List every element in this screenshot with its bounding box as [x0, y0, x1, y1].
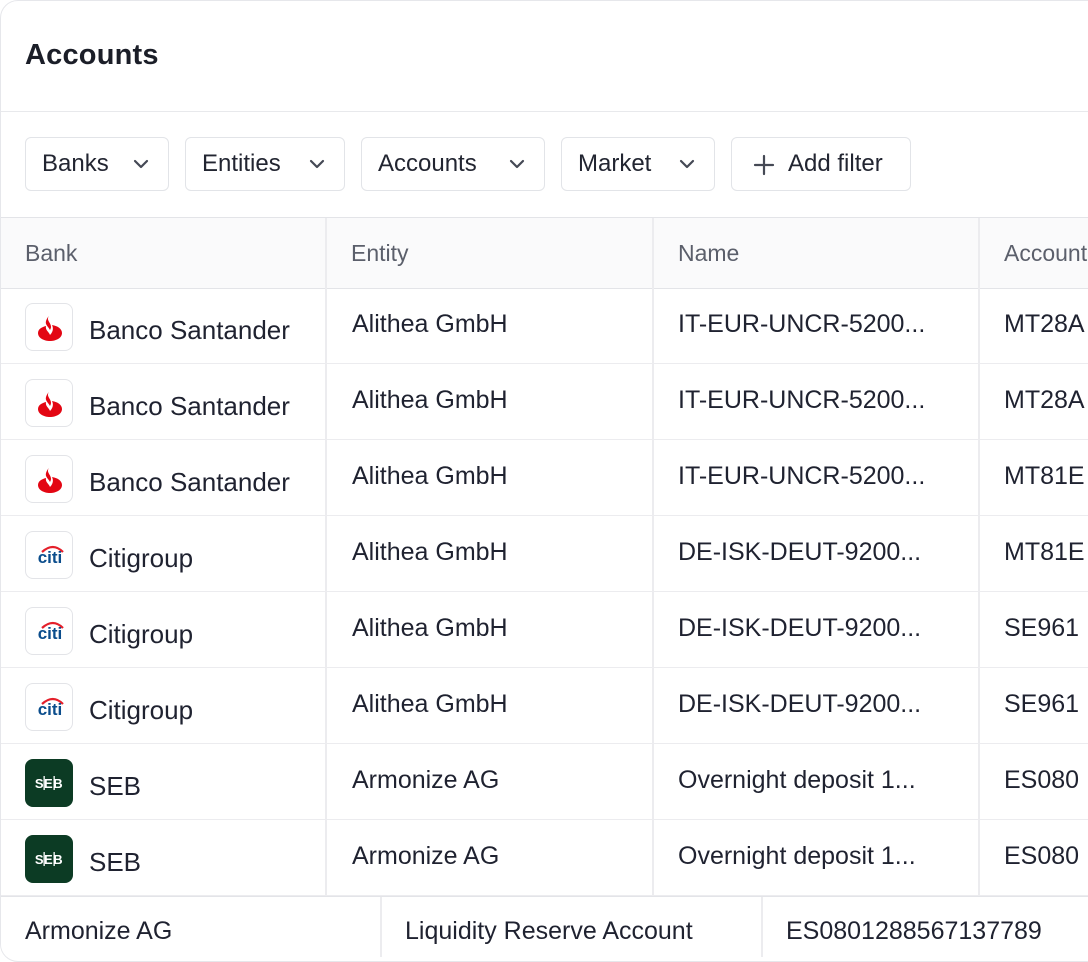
header-divider — [1, 111, 1088, 112]
citi-logo-icon: citi — [25, 607, 73, 655]
table-row[interactable]: SEB SEB Armonize AG Overnight deposit 1... E… — [1, 820, 1088, 896]
santander-logo-icon — [25, 379, 73, 427]
bank-cell: Banco Santander — [89, 467, 290, 497]
name-cell: IT-EUR-UNCR-5200... — [678, 462, 926, 490]
citi-logo-icon: citi — [25, 683, 73, 731]
svg-text:citi: citi — [38, 624, 63, 643]
bank-cell: SEB — [89, 771, 142, 801]
bank-cell: SEB — [89, 847, 142, 877]
entity-cell: Alithea GmbH — [352, 310, 508, 338]
entities-filter-button[interactable]: Entities — [185, 137, 345, 191]
chevron-down-icon — [509, 159, 525, 169]
seb-logo-icon: SEB — [25, 759, 73, 807]
svg-text:SEB: SEB — [35, 776, 63, 791]
column-header-entity[interactable]: Entity — [351, 218, 409, 288]
entity-cell: Alithea GmbH — [352, 614, 508, 642]
name-cell: DE-ISK-DEUT-9200... — [678, 690, 922, 718]
name-cell: Overnight deposit 1... — [678, 842, 916, 870]
column-divider — [380, 897, 382, 957]
entity-cell: Alithea GmbH — [352, 538, 508, 566]
account-cell: ES080 — [1004, 766, 1080, 794]
add-filter-button[interactable]: Add filter — [731, 137, 911, 191]
entity-cell: Alithea GmbH — [352, 386, 508, 414]
table-row[interactable]: citi Citigroup Alithea GmbH DE-ISK-DEUT-920… — [1, 668, 1088, 744]
entity-cell: Armonize AG — [352, 842, 500, 870]
account-cell: MT81E — [1004, 462, 1085, 490]
banks-filter-label: Banks — [42, 150, 109, 177]
table-row[interactable]: SEB SEB Armonize AG Overnight deposit 1... E… — [1, 744, 1088, 820]
add-filter-label: Add filter — [788, 150, 883, 177]
column-header-bank[interactable]: Bank — [25, 218, 77, 288]
seb-logo-icon: SEB — [25, 835, 73, 883]
chevron-down-icon — [309, 159, 325, 169]
column-divider — [761, 897, 763, 957]
page-title: Accounts — [25, 39, 159, 71]
table-row[interactable]: citi Citigroup Alithea GmbH DE-ISK-DEUT-920… — [1, 592, 1088, 668]
entities-filter-label: Entities — [202, 150, 281, 177]
column-header-name[interactable]: Name — [678, 218, 739, 288]
name-cell: IT-EUR-UNCR-5200... — [678, 310, 926, 338]
santander-logo-icon — [25, 303, 73, 351]
name-cell: DE-ISK-DEUT-9200... — [678, 538, 922, 566]
chevron-down-icon — [679, 159, 695, 169]
column-header-account[interactable]: Account — [1004, 218, 1087, 288]
entity-cell: Alithea GmbH — [352, 462, 508, 490]
account-cell: ES080 — [1004, 842, 1080, 870]
bank-cell: Citigroup — [89, 695, 194, 725]
entity-cell: Alithea GmbH — [352, 690, 508, 718]
name-cell: DE-ISK-DEUT-9200... — [678, 614, 922, 642]
svg-text:citi: citi — [38, 700, 63, 719]
account-cell: SE961 — [1004, 690, 1080, 718]
market-filter-label: Market — [578, 150, 652, 177]
banks-filter-button[interactable]: Banks — [25, 137, 169, 191]
column-divider — [978, 218, 980, 895]
name-cell: Liquidity Reserve Account — [405, 917, 693, 945]
table-row[interactable]: Banco Santander Alithea GmbH IT-EUR-UNCR-5… — [1, 364, 1088, 440]
name-cell: IT-EUR-UNCR-5200... — [678, 386, 926, 414]
santander-logo-icon — [25, 455, 73, 503]
accounts-filter-button[interactable]: Accounts — [361, 137, 545, 191]
account-cell: ES0801288567137789 — [786, 917, 1042, 945]
bank-cell: Citigroup — [89, 619, 194, 649]
account-cell: SE961 — [1004, 614, 1080, 642]
bank-cell: Banco Santander — [89, 315, 290, 345]
entity-cell: Armonize AG — [25, 917, 173, 945]
table-header: Bank Entity Name Account — [1, 218, 1088, 289]
accounts-filter-label: Accounts — [378, 150, 477, 177]
plus-icon — [753, 154, 775, 176]
account-cell: MT81E — [1004, 538, 1085, 566]
table-row[interactable]: citi Citigroup Alithea GmbH DE-ISK-DEUT-920… — [1, 516, 1088, 592]
accounts-card: Accounts Banks Entities Accounts Market … — [0, 0, 1088, 962]
account-cell: MT28A — [1004, 386, 1085, 414]
market-filter-button[interactable]: Market — [561, 137, 715, 191]
svg-text:citi: citi — [38, 548, 63, 567]
table-row[interactable]: Armonize AG Liquidity Reserve Account ES… — [1, 896, 1088, 957]
account-cell: MT28A — [1004, 310, 1085, 338]
citi-logo-icon: citi — [25, 531, 73, 579]
table-row[interactable]: Banco Santander Alithea GmbH IT-EUR-UNCR-5… — [1, 440, 1088, 516]
bank-cell: Banco Santander — [89, 391, 290, 421]
bank-cell: Citigroup — [89, 543, 194, 573]
svg-text:SEB: SEB — [35, 852, 63, 867]
name-cell: Overnight deposit 1... — [678, 766, 916, 794]
column-divider — [325, 218, 327, 895]
chevron-down-icon — [133, 159, 149, 169]
table-row[interactable]: Banco Santander Alithea GmbH IT-EUR-UNCR-5… — [1, 288, 1088, 364]
column-divider — [652, 218, 654, 895]
entity-cell: Armonize AG — [352, 766, 500, 794]
